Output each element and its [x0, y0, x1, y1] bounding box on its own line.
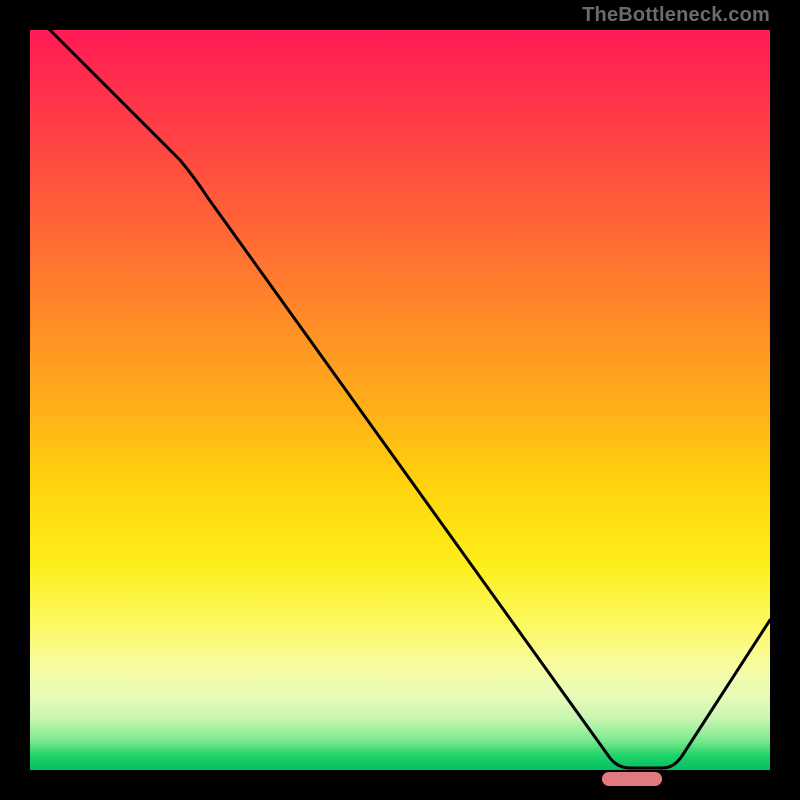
curve-path	[30, 10, 770, 768]
chart-stage: TheBottleneck.com	[0, 0, 800, 800]
bottleneck-curve	[30, 30, 770, 770]
optimal-range-marker	[602, 772, 662, 786]
watermark-text: TheBottleneck.com	[582, 4, 770, 27]
